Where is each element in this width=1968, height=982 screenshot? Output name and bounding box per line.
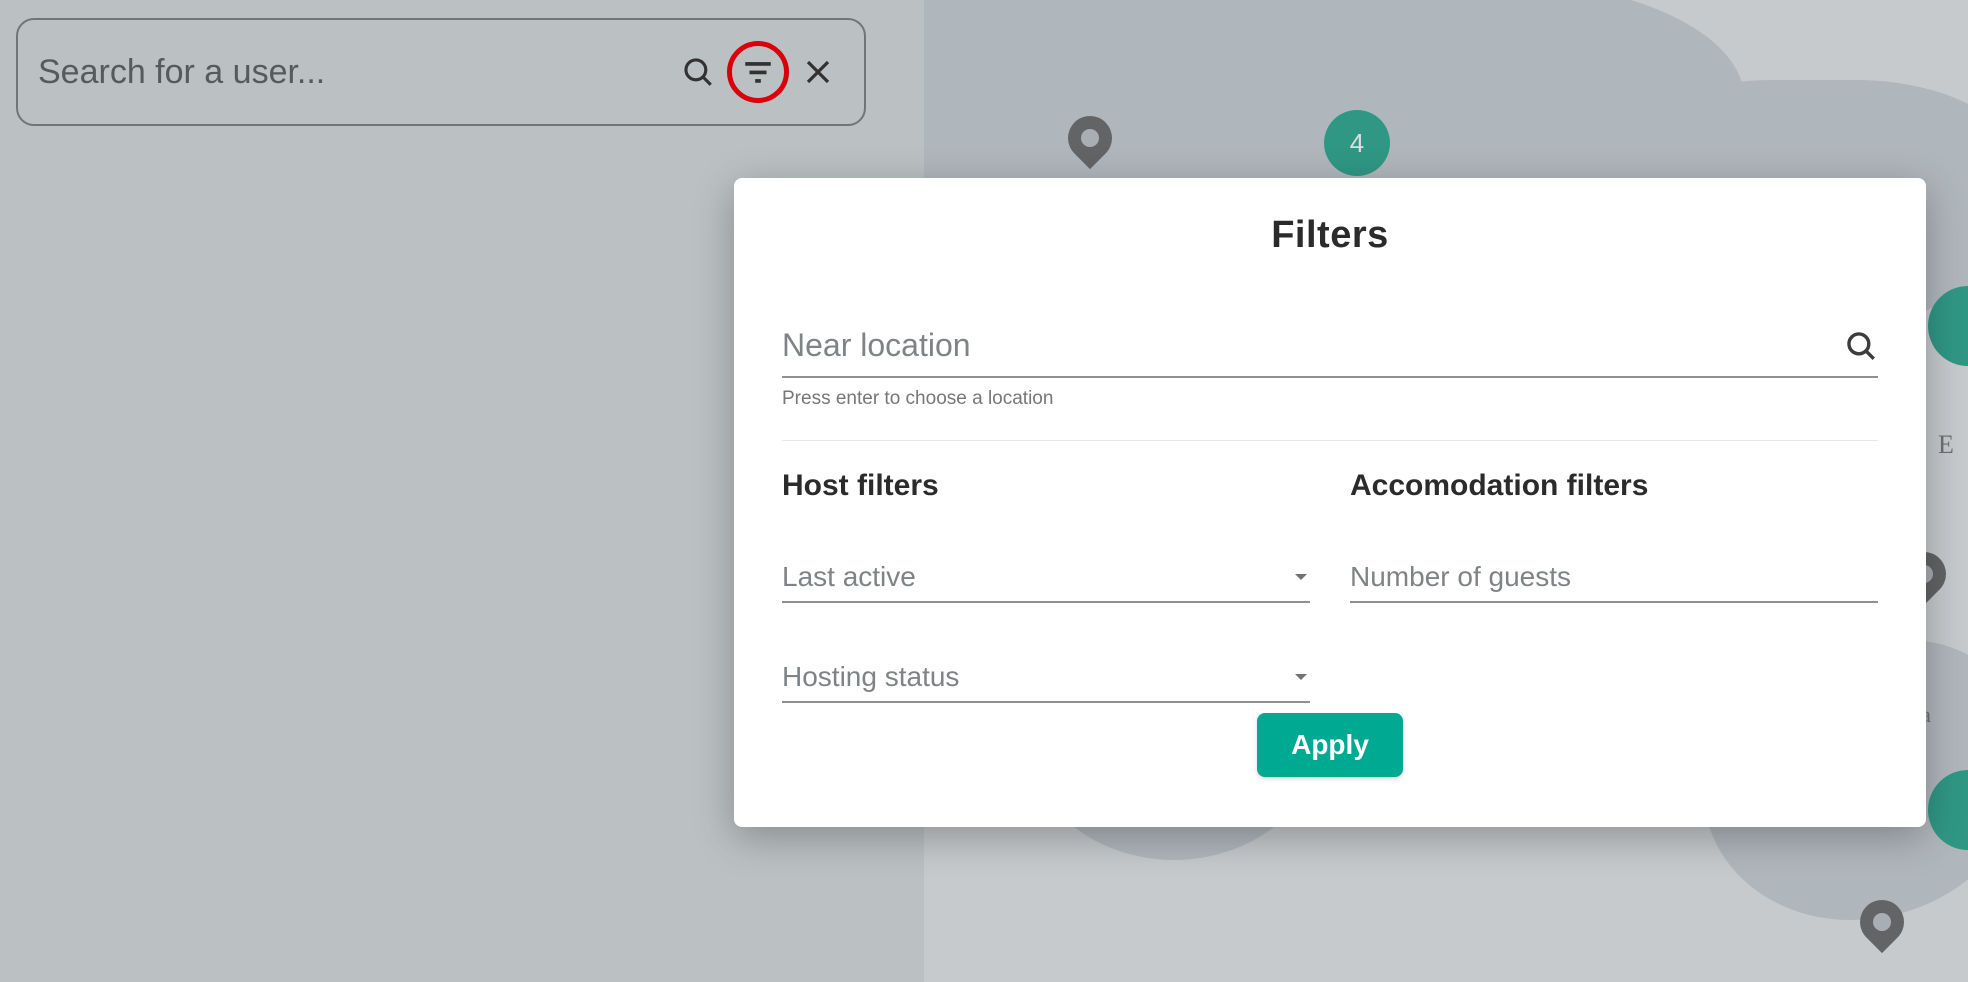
chevron-down-icon	[1292, 668, 1310, 686]
map-region-label-e: E	[1938, 430, 1954, 460]
map-cluster-count: 4	[1350, 128, 1364, 159]
search-icon-button[interactable]	[676, 50, 720, 94]
apply-button[interactable]: Apply	[1257, 713, 1403, 777]
location-input[interactable]	[782, 321, 1844, 370]
location-hint: Press enter to choose a location	[782, 388, 1878, 410]
host-filters-title: Host filters	[782, 469, 1310, 503]
last-active-select[interactable]: Last active	[782, 551, 1310, 603]
filters-dialog: Filters Press enter to choose a location…	[734, 178, 1926, 827]
filter-icon	[741, 55, 775, 89]
close-icon	[803, 57, 833, 87]
number-of-guests-label: Number of guests	[1350, 561, 1571, 593]
chevron-down-icon	[1292, 568, 1310, 586]
dialog-title: Filters	[782, 214, 1878, 257]
map-cluster-marker[interactable]: 4	[1324, 110, 1390, 176]
location-field[interactable]	[782, 321, 1878, 378]
clear-icon-button[interactable]	[796, 50, 840, 94]
search-bar	[16, 18, 866, 126]
hosting-status-label: Hosting status	[782, 661, 959, 693]
divider	[782, 440, 1878, 441]
hosting-status-select[interactable]: Hosting status	[782, 651, 1310, 703]
search-icon	[1844, 329, 1878, 363]
host-filters-column: Host filters Last active Hosting status	[782, 469, 1310, 703]
number-of-guests-field[interactable]: Number of guests	[1350, 551, 1878, 603]
search-input[interactable]	[38, 53, 676, 92]
last-active-label: Last active	[782, 561, 916, 593]
accommodation-filters-column: Accomodation filters Number of guests	[1350, 469, 1878, 703]
filter-icon-button[interactable]	[736, 50, 780, 94]
search-icon	[681, 55, 715, 89]
accommodation-filters-title: Accomodation filters	[1350, 469, 1878, 503]
